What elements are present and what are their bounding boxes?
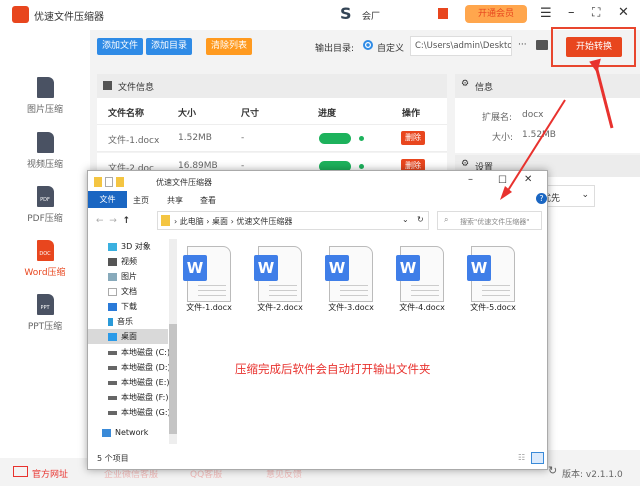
annotation-arrow xyxy=(500,58,614,200)
